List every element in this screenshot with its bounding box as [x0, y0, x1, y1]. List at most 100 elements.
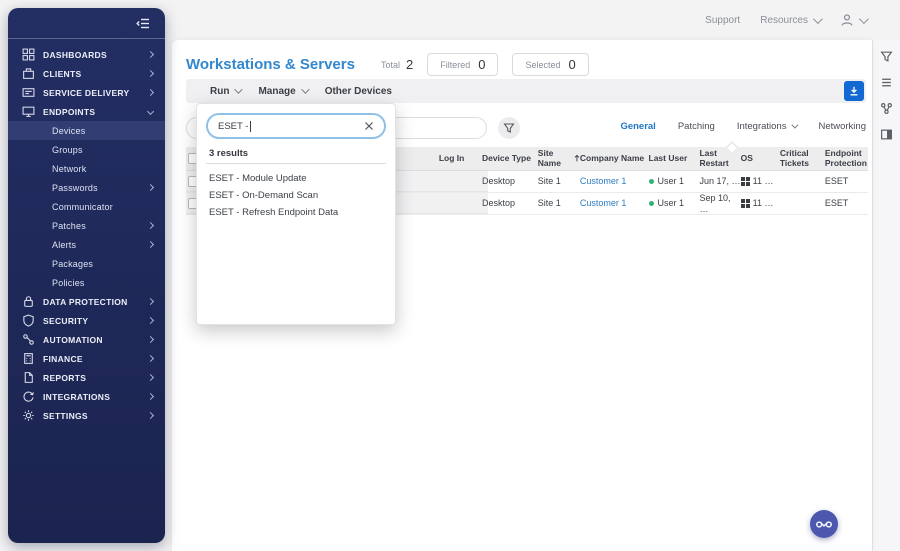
user-menu[interactable]	[840, 13, 869, 27]
col-header-site-name[interactable]: Site Name	[537, 147, 580, 169]
sidebar-item-devices[interactable]: Devices	[8, 121, 165, 140]
chevron-right-icon	[146, 335, 155, 344]
run-label: Run	[210, 85, 230, 97]
tab-label: Networking	[818, 121, 866, 132]
company-link[interactable]: Customer 1	[580, 176, 627, 186]
shield-icon	[23, 314, 34, 327]
result-item[interactable]: ESET - Refresh Endpoint Data	[209, 204, 387, 221]
tab-integrations[interactable]: Integrations	[737, 121, 799, 132]
sidebar-collapse-icon[interactable]	[136, 17, 151, 30]
tab-general[interactable]: General	[620, 121, 655, 132]
assistant-button[interactable]	[810, 510, 838, 538]
column-filter-button[interactable]	[498, 117, 520, 139]
columns-list-icon[interactable]	[878, 74, 895, 91]
sidebar-item-dashboards[interactable]: DASHBOARDS	[8, 45, 165, 64]
resources-menu[interactable]: Resources	[760, 13, 823, 26]
tab-label: General	[620, 121, 656, 132]
sidebar-item-reports[interactable]: REPORTS	[8, 368, 165, 387]
clear-search-button[interactable]	[364, 121, 374, 131]
sidebar-item-settings[interactable]: SETTINGS	[8, 406, 165, 425]
col-header-label: Last User	[648, 152, 688, 163]
download-button[interactable]	[844, 81, 864, 101]
sidebar-item-clients[interactable]: CLIENTS	[8, 64, 165, 83]
col-header-company-name[interactable]: Company Name	[580, 153, 649, 164]
sidebar-subitem-label: Packages	[52, 258, 94, 269]
support-link[interactable]: Support	[705, 15, 740, 26]
service-delivery-icon	[22, 88, 35, 97]
manage-menu-button[interactable]: Manage	[258, 85, 310, 97]
os-cell: 11 …	[752, 176, 774, 187]
col-header-os[interactable]: OS	[740, 152, 780, 164]
company-link[interactable]: Customer 1	[580, 198, 627, 208]
run-search-dropdown: ESET - 3 results ESET - Module Update ES…	[196, 103, 396, 325]
sidebar-item-patches[interactable]: Patches	[8, 216, 165, 235]
col-header-log-in[interactable]: Log In	[402, 153, 465, 164]
lock-icon	[24, 296, 33, 307]
automation-icon	[23, 334, 34, 345]
chevron-right-icon	[146, 354, 155, 363]
sidebar-item-label: REPORTS	[43, 372, 87, 383]
component-search-field[interactable]: ESET -	[206, 113, 386, 139]
col-header-last-restart[interactable]: Last Restart	[699, 148, 740, 169]
sidebar-divider	[8, 38, 165, 39]
page-title: Workstations & Servers	[186, 56, 355, 73]
sidebar-item-alerts[interactable]: Alerts	[8, 235, 165, 254]
sidebar-item-network[interactable]: Network	[8, 159, 165, 178]
document-icon	[24, 372, 33, 383]
sidebar-item-label: SECURITY	[43, 315, 89, 326]
last-restart-cell: Sep 10, …	[699, 193, 731, 214]
col-header-device-type[interactable]: Device Type	[482, 153, 538, 164]
tab-patching[interactable]: Patching	[678, 121, 715, 132]
filtered-count-button[interactable]: Filtered 0	[427, 53, 499, 76]
filter-icon	[503, 123, 515, 133]
last-user-cell: User 1	[657, 176, 685, 187]
grouping-icon[interactable]	[878, 100, 895, 117]
col-header-label: Endpoint Protection	[824, 148, 867, 168]
selected-value: 0	[568, 57, 576, 72]
detail-panel-icon[interactable]	[878, 126, 895, 143]
col-header-endpoint-protection[interactable]: Endpoint Protection	[825, 149, 868, 169]
manage-label: Manage	[258, 85, 296, 97]
run-menu-button[interactable]: Run	[210, 85, 244, 97]
sidebar-item-label: CLIENTS	[43, 68, 82, 79]
sidebar-item-communicator[interactable]: Communicator	[8, 197, 165, 216]
sidebar-item-data-protection[interactable]: DATA PROTECTION	[8, 292, 165, 311]
selected-count-button[interactable]: Selected 0	[512, 53, 589, 76]
endpoint-protection-cell: ESET	[824, 198, 849, 209]
sidebar-item-groups[interactable]: Groups	[8, 140, 165, 159]
col-header-label: Site Name	[537, 147, 561, 168]
result-item[interactable]: ESET - Module Update	[209, 170, 387, 187]
view-tabs: General Patching Integrations Networking	[620, 121, 866, 132]
other-devices-button[interactable]: Other Devices	[325, 86, 392, 97]
sidebar-item-label: AUTOMATION	[43, 334, 103, 345]
col-header-last-user[interactable]: Last User	[648, 152, 700, 164]
dashboards-icon	[22, 48, 35, 61]
os-cell: 11 …	[752, 198, 774, 209]
chevron-right-icon	[146, 183, 155, 192]
sidebar-item-integrations[interactable]: INTEGRATIONS	[8, 387, 165, 406]
sidebar-item-packages[interactable]: Packages	[8, 254, 165, 273]
col-header-label: OS	[740, 152, 753, 163]
filter-icon[interactable]	[878, 48, 895, 65]
sidebar-item-endpoints[interactable]: ENDPOINTS	[8, 102, 165, 121]
tab-networking[interactable]: Networking	[818, 121, 866, 132]
sidebar-item-finance[interactable]: FINANCE	[8, 349, 165, 368]
sidebar-subitem-label: Groups	[52, 144, 83, 155]
integrations-icon	[23, 391, 34, 402]
other-devices-label: Other Devices	[324, 85, 392, 97]
sidebar-item-automation[interactable]: AUTOMATION	[8, 330, 165, 349]
total-value: 2	[405, 57, 414, 72]
sidebar-item-label: ENDPOINTS	[43, 106, 96, 117]
sidebar-item-passwords[interactable]: Passwords	[8, 178, 165, 197]
col-header-critical-tickets[interactable]: Critical Tickets	[780, 148, 825, 169]
sidebar-item-label: SETTINGS	[43, 410, 88, 421]
result-item[interactable]: ESET - On-Demand Scan	[209, 187, 387, 204]
sidebar-item-service-delivery[interactable]: SERVICE DELIVERY	[8, 83, 165, 102]
last-restart-cell: Jun 17, …	[699, 176, 741, 187]
sidebar-item-label: FINANCE	[43, 353, 83, 364]
sidebar-item-policies[interactable]: Policies	[8, 273, 165, 292]
sidebar-item-security[interactable]: SECURITY	[8, 311, 165, 330]
site-name-cell: Site 1	[537, 176, 561, 187]
main-content: Workstations & Servers Total 2 Filtered …	[172, 40, 872, 551]
selected-label: Selected	[525, 59, 561, 70]
